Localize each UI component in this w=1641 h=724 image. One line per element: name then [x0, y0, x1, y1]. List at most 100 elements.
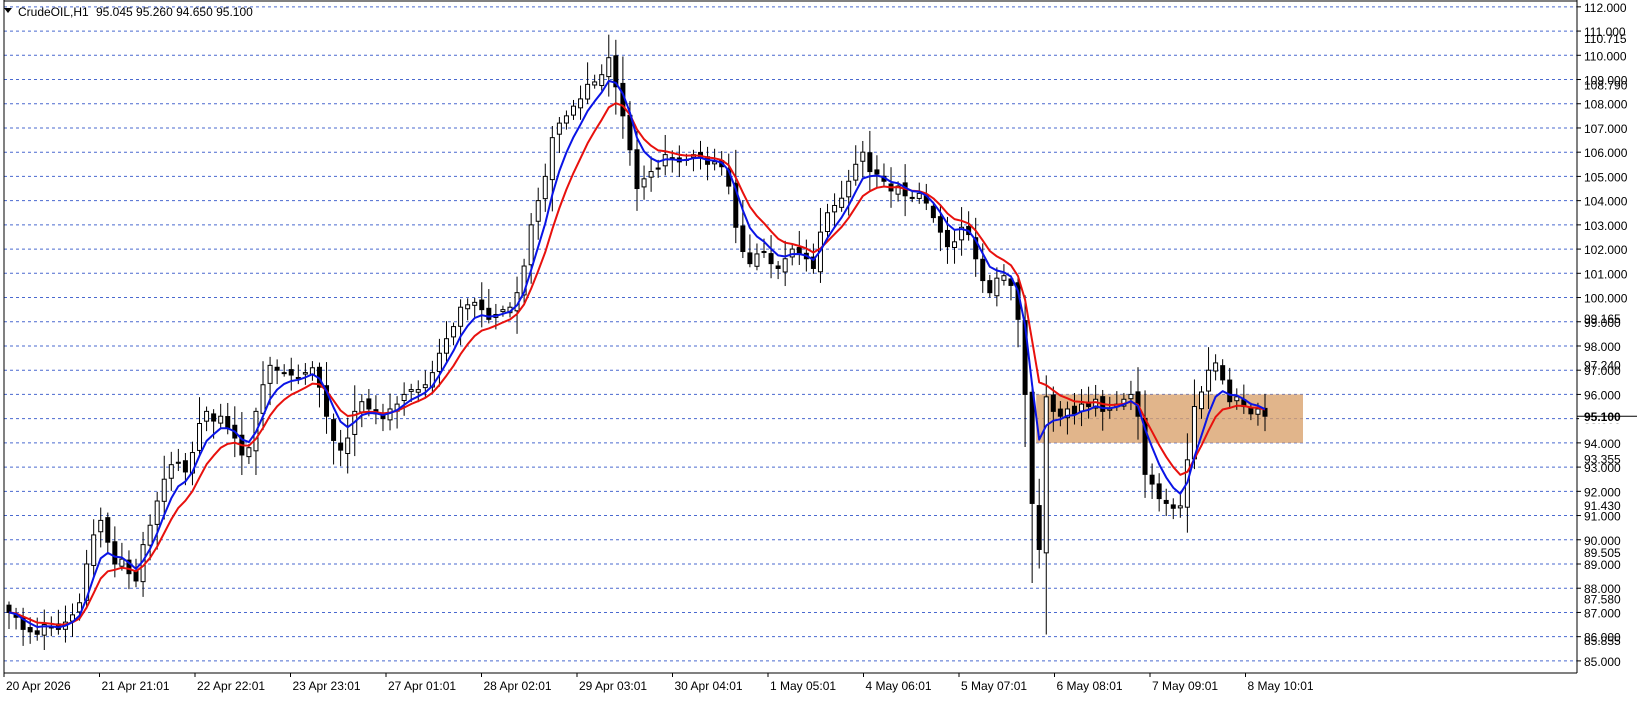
candle-body [288, 369, 294, 376]
candle-body [401, 393, 407, 402]
candle-body [34, 630, 40, 635]
candle-body [556, 122, 562, 135]
candle-body [952, 241, 958, 248]
time-tick-label: 23 Apr 23:01 [293, 679, 361, 693]
candle-body [1149, 474, 1155, 485]
candle-body [338, 442, 344, 451]
candle-body [6, 604, 12, 613]
candle-body [1234, 396, 1240, 402]
price-level-label: 97.240 [1584, 358, 1621, 372]
candle-body [91, 534, 97, 566]
price-tick-label: 105.000 [1584, 170, 1628, 184]
candle-body [930, 205, 936, 219]
candle-body [1001, 275, 1007, 281]
candle-body [1220, 365, 1226, 381]
candle-body [197, 422, 203, 451]
candle-body [302, 372, 308, 375]
candle-body [175, 461, 181, 464]
candle-body [570, 105, 576, 116]
candle-body [1198, 391, 1204, 410]
price-level-label: 85.855 [1584, 634, 1621, 648]
candle-body [359, 401, 365, 413]
candle-body [747, 252, 753, 265]
candle-body [782, 258, 788, 273]
price-tick-label: 112.000 [1584, 1, 1627, 15]
candle-body [1255, 408, 1261, 415]
time-tick-label: 29 Apr 03:01 [579, 679, 647, 693]
candle-body [211, 413, 217, 422]
price-level-label: 99.165 [1584, 312, 1621, 326]
candle-body [500, 309, 506, 313]
candle-body [846, 180, 852, 198]
candle-body [592, 81, 598, 86]
time-tick-label: 20 Apr 2026 [6, 679, 71, 693]
price-tick-label: 104.000 [1584, 195, 1628, 209]
time-tick-label: 7 May 09:01 [1152, 679, 1218, 693]
candle-body [768, 253, 774, 265]
price-tick-label: 108.000 [1584, 98, 1628, 112]
candle-body [1029, 391, 1035, 504]
candle-body [789, 248, 795, 258]
price-tick-label: 101.000 [1584, 267, 1628, 281]
time-tick-label: 21 Apr 21:01 [102, 679, 170, 693]
candle-body [112, 541, 118, 565]
chart-root: 85.000 86.000 87.000 88.000 89.000 90.000 91.0… [0, 0, 1641, 719]
candle-body [648, 171, 654, 178]
candle-body [839, 197, 845, 208]
candle-body [366, 398, 372, 410]
time-tick-label: 28 Apr 02:01 [484, 679, 552, 693]
candle-body [27, 627, 33, 633]
price-tick-label: 87.000 [1584, 606, 1621, 620]
candle-body [832, 204, 838, 213]
candle-body [549, 137, 555, 181]
price-level-label: 91.430 [1584, 499, 1621, 513]
candle-body [458, 306, 464, 327]
candle-body [274, 366, 280, 371]
time-tick-label: 22 Apr 22:01 [197, 679, 265, 693]
candle-body [422, 384, 428, 389]
candle-body [246, 447, 252, 458]
price-tick-label: 85.000 [1584, 655, 1621, 669]
ohlc-values: 95.045 95.260 94.650 95.100 [96, 5, 253, 19]
price-level-label: 87.580 [1584, 592, 1621, 606]
chart-background [0, 0, 1641, 719]
candle-body [479, 299, 485, 311]
candle-body [1248, 407, 1254, 415]
candle-body [740, 225, 746, 253]
candle-body [1050, 394, 1056, 412]
candle-body [655, 167, 661, 170]
candle-body [563, 115, 569, 124]
candle-body [331, 419, 337, 441]
candle-body [825, 212, 831, 233]
candle-body [987, 280, 993, 294]
candle-body [754, 253, 760, 267]
price-level-label: 108.790 [1584, 79, 1628, 93]
candle-body [443, 338, 449, 354]
candle-body [634, 149, 640, 190]
candle-body [451, 326, 457, 338]
candle-body [98, 519, 104, 533]
price-tick-label: 94.000 [1584, 437, 1621, 451]
candle-body [980, 258, 986, 282]
price-tick-label: 102.000 [1584, 243, 1628, 257]
price-tick-label: 110.000 [1584, 49, 1627, 63]
candle-body [1163, 499, 1169, 504]
time-tick-label: 4 May 06:01 [866, 679, 932, 693]
price-tick-label: 106.000 [1584, 146, 1628, 160]
candle-body [105, 517, 111, 543]
price-tick-label: 89.000 [1584, 558, 1621, 572]
candle-body [260, 384, 266, 414]
time-tick-label: 1 May 05:01 [770, 679, 836, 693]
candle-body [937, 216, 943, 233]
candle-body [436, 352, 442, 372]
candle-body [909, 196, 915, 199]
current-price-label: 95.100 [1584, 410, 1621, 424]
price-tick-label: 100.000 [1584, 292, 1628, 306]
candle-body [1170, 504, 1176, 509]
candle-body [267, 364, 273, 384]
candle-body [1043, 396, 1049, 554]
price-chart[interactable]: 85.00086.00087.00088.00089.00090.00091.0… [0, 0, 1641, 719]
candle-body [578, 98, 584, 109]
price-tick-label: 96.000 [1584, 388, 1621, 402]
candle-body [796, 247, 802, 255]
